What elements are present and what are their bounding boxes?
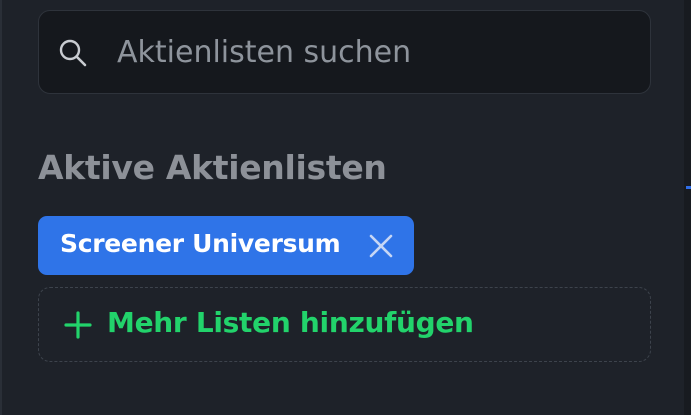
close-icon[interactable] — [366, 231, 396, 261]
add-more-lists-button[interactable]: Mehr Listen hinzufügen — [38, 287, 651, 362]
plus-icon — [64, 311, 92, 339]
stock-list-panel: Aktive Aktienlisten Screener Universum M… — [0, 0, 684, 415]
search-icon — [59, 39, 87, 67]
section-title: Aktive Aktienlisten — [38, 148, 387, 187]
active-list-chip[interactable]: Screener Universum — [38, 216, 414, 275]
search-input[interactable] — [117, 31, 637, 73]
add-more-lists-label: Mehr Listen hinzufügen — [107, 306, 474, 339]
adjacent-panel-edge — [684, 0, 691, 415]
search-box[interactable] — [38, 10, 651, 94]
active-list-chip-label: Screener Universum — [60, 229, 341, 258]
adjacent-panel-accent — [686, 186, 691, 189]
